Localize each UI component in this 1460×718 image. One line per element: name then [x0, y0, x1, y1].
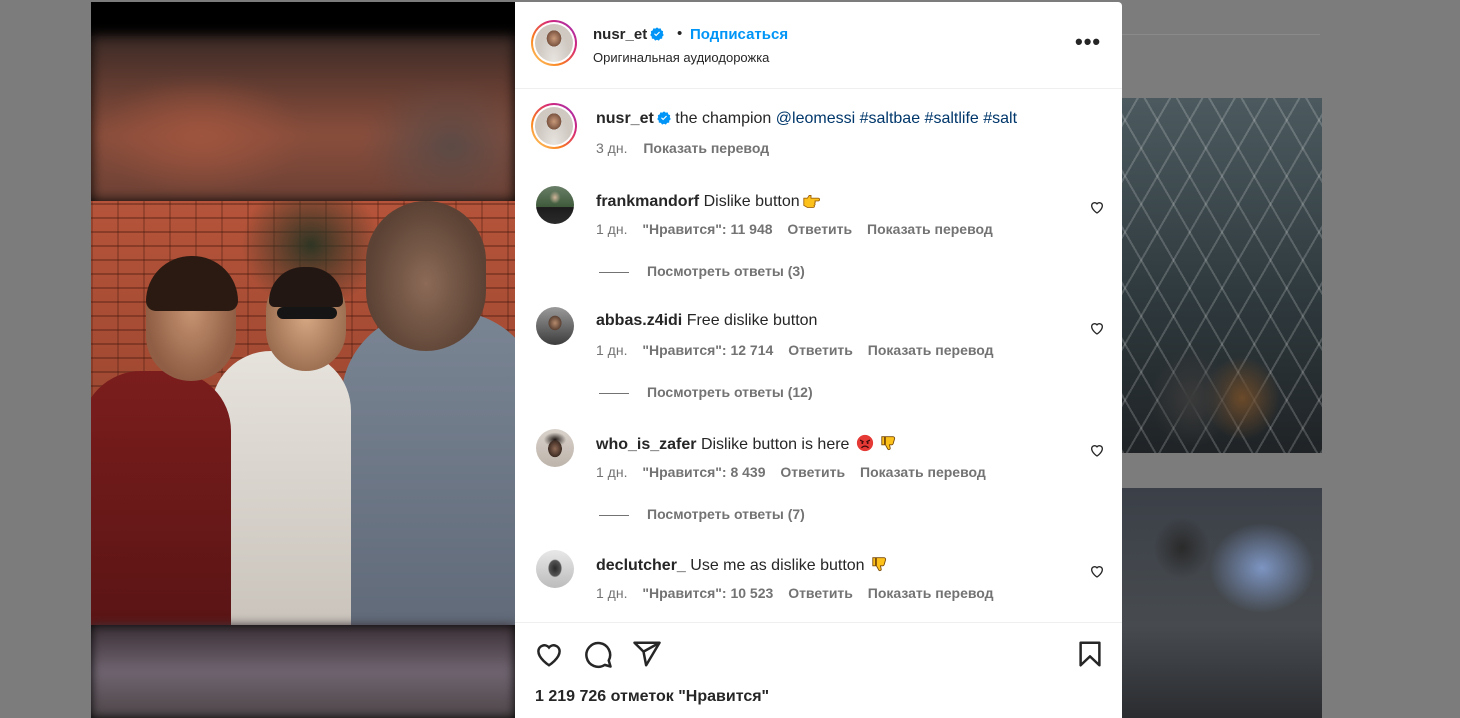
caption-hashtag-link[interactable]: #saltlife: [925, 110, 979, 127]
background-post-thumbnail: [1122, 98, 1322, 453]
comment-item: abbas.z4idi Free dislike button 1 дн. "Н…: [515, 307, 1122, 427]
heart-icon[interactable]: [1089, 320, 1105, 336]
author-username-text[interactable]: nusr_et: [593, 26, 647, 43]
header-separator: •: [677, 25, 683, 42]
author-avatar[interactable]: [531, 20, 577, 66]
video-scene-person: [91, 371, 231, 625]
comment-translate-button[interactable]: Показать перевод: [867, 221, 993, 237]
comment-text: abbas.z4idi Free dislike button: [596, 312, 817, 330]
video-frame[interactable]: [91, 201, 515, 625]
comment-time[interactable]: 1 дн.: [596, 221, 627, 237]
view-replies-label[interactable]: Посмотреть ответы (7): [647, 506, 805, 522]
post-likes-count[interactable]: 1 219 726 отметок "Нравится": [535, 688, 769, 706]
comment-translate-button[interactable]: Показать перевод: [860, 464, 986, 480]
share-icon[interactable]: [632, 639, 662, 669]
caption-translate-button[interactable]: Показать перевод: [643, 140, 769, 156]
comment-time[interactable]: 1 дн.: [596, 342, 627, 358]
more-options-icon[interactable]: •••: [1075, 31, 1101, 58]
comment-text: who_is_zafer Dislike button is here: [596, 434, 898, 454]
comment-meta: 1 дн. "Нравится": 12 714 Ответить Показа…: [596, 342, 1005, 358]
bookmark-icon[interactable]: [1075, 639, 1105, 669]
comment-item: who_is_zafer Dislike button is here 1 дн…: [515, 429, 1122, 549]
verified-badge-icon: [657, 111, 671, 125]
comment-item: frankmandorf Dislike button 1 дн. "Нрави…: [515, 186, 1122, 306]
comment-translate-button[interactable]: Показать перевод: [868, 342, 994, 358]
heart-icon[interactable]: [1089, 442, 1105, 458]
caption-text: the champion: [675, 110, 772, 127]
comment-icon[interactable]: [583, 639, 613, 669]
thumbs-down-emoji: [872, 557, 887, 572]
comment-time[interactable]: 1 дн.: [596, 464, 627, 480]
video-scene-sunglasses: [277, 307, 337, 319]
post-header: nusr_et • Подписаться Оригинальная аудио…: [515, 2, 1122, 89]
caption-hashtag-link[interactable]: #salt: [983, 110, 1017, 127]
caption-meta: 3 дн. Показать перевод: [596, 140, 781, 156]
comment-likes-count[interactable]: "Нравится": 8 439: [642, 464, 765, 480]
video-scene-person-hair: [146, 256, 238, 311]
commenter-avatar[interactable]: [536, 550, 574, 588]
angry-face-emoji: [856, 434, 874, 452]
comment-reply-button[interactable]: Ответить: [787, 221, 852, 237]
follow-button[interactable]: Подписаться: [690, 26, 788, 43]
comment-meta: 1 дн. "Нравится": 8 439 Ответить Показат…: [596, 464, 997, 480]
view-replies-button[interactable]: Посмотреть ответы (3): [599, 263, 805, 279]
comment-body: Free dislike button: [686, 312, 818, 329]
caption-hashtag-link[interactable]: #saltbae: [860, 110, 921, 127]
view-replies-label[interactable]: Посмотреть ответы (3): [647, 263, 805, 279]
comment-likes-count[interactable]: "Нравится": 12 714: [642, 342, 773, 358]
comment-body: Dislike button is here: [700, 436, 850, 453]
commenter-username[interactable]: abbas.z4idi: [596, 312, 682, 329]
author-username[interactable]: nusr_et: [593, 26, 664, 43]
comment-body: Dislike button: [703, 193, 800, 210]
video-scene-person: [211, 351, 351, 625]
comment-reply-button[interactable]: Ответить: [788, 342, 853, 358]
commenter-username[interactable]: declutcher_: [596, 557, 686, 574]
comment-likes-count[interactable]: "Нравится": 10 523: [642, 585, 773, 601]
replies-line: [599, 514, 629, 516]
original-audio-link[interactable]: Оригинальная аудиодорожка: [593, 50, 769, 65]
comment-translate-button[interactable]: Показать перевод: [868, 585, 994, 601]
video-scene-person-head: [366, 201, 486, 351]
post-details-panel: nusr_et • Подписаться Оригинальная аудио…: [515, 2, 1122, 718]
comment-reply-button[interactable]: Ответить: [780, 464, 845, 480]
heart-icon[interactable]: [1089, 199, 1105, 215]
commenter-username[interactable]: who_is_zafer: [596, 436, 696, 453]
caption-username[interactable]: nusr_et: [596, 110, 654, 127]
comment-meta: 1 дн. "Нравится": 11 948 Ответить Показа…: [596, 221, 1004, 237]
video-letterbox-top: [91, 2, 515, 36]
background-divider: [1122, 34, 1320, 35]
caption-time[interactable]: 3 дн.: [596, 140, 627, 156]
hand-pointing-right-emoji: [802, 195, 820, 208]
caption-mention-link[interactable]: @leomessi: [776, 110, 855, 127]
commenter-avatar[interactable]: [536, 307, 574, 345]
comment-text: frankmandorf Dislike button: [596, 191, 820, 211]
comment-reply-button[interactable]: Ответить: [788, 585, 853, 601]
video-blurred-backdrop: [91, 36, 515, 201]
heart-icon[interactable]: [534, 639, 564, 669]
commenter-avatar[interactable]: [536, 429, 574, 467]
comment-meta: 1 дн. "Нравится": 10 523 Ответить Показа…: [596, 585, 1005, 601]
commenter-avatar[interactable]: [536, 186, 574, 224]
comment-time[interactable]: 1 дн.: [596, 585, 627, 601]
replies-line: [599, 392, 629, 394]
replies-line: [599, 271, 629, 273]
verified-badge-icon: [650, 27, 664, 41]
background-post-thumbnail: [1122, 488, 1322, 718]
view-replies-label[interactable]: Посмотреть ответы (12): [647, 384, 813, 400]
caption-author-avatar[interactable]: [531, 103, 577, 149]
video-scene-person: [341, 311, 515, 625]
view-replies-button[interactable]: Посмотреть ответы (12): [599, 384, 813, 400]
commenter-username[interactable]: frankmandorf: [596, 193, 699, 210]
video-blurred-backdrop: [91, 625, 515, 718]
view-replies-button[interactable]: Посмотреть ответы (7): [599, 506, 805, 522]
heart-icon[interactable]: [1089, 563, 1105, 579]
post-caption: nusr_et the champion @leomessi #saltbae …: [596, 110, 1017, 128]
comment-body: Use me as dislike button: [690, 557, 865, 574]
comment-likes-count[interactable]: "Нравится": 11 948: [642, 221, 772, 237]
post-video[interactable]: [91, 2, 515, 718]
thumbs-down-emoji: [881, 436, 896, 451]
comment-text: declutcher_ Use me as dislike button: [596, 555, 889, 575]
